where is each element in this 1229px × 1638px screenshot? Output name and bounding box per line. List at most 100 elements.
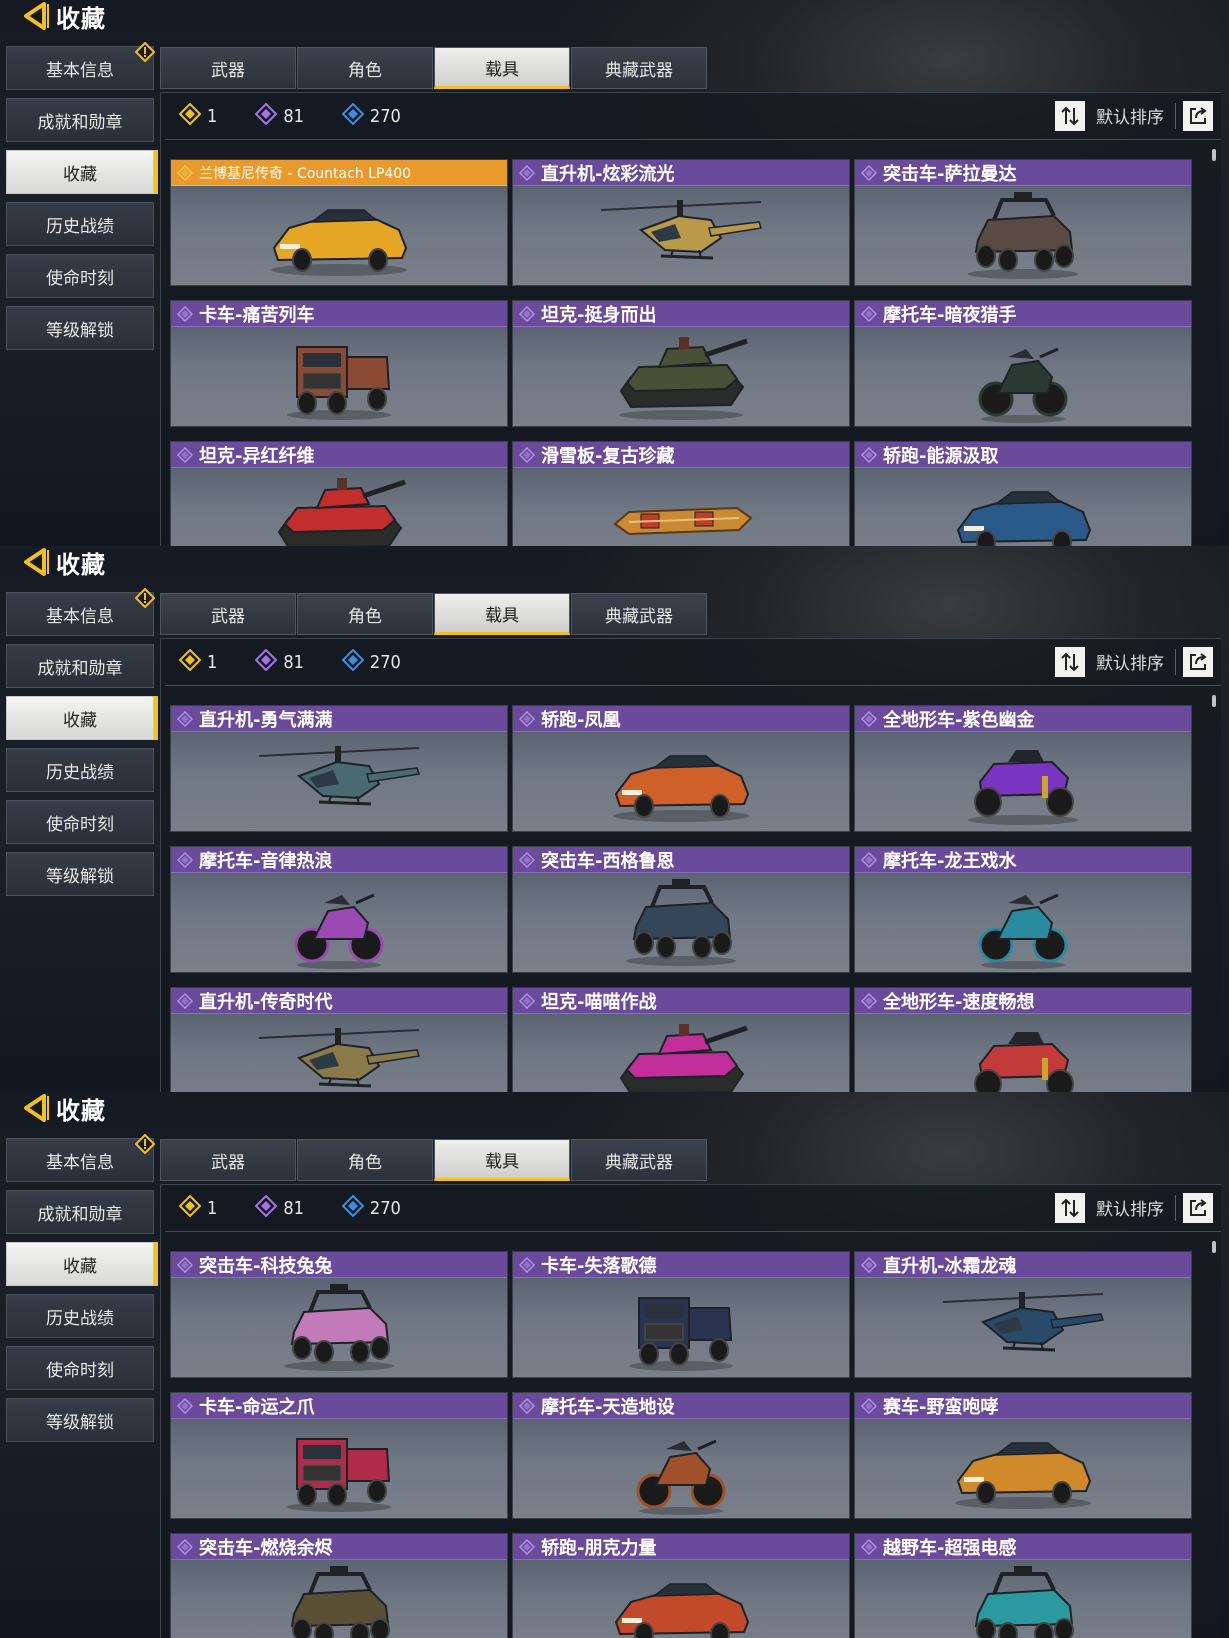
- tab[interactable]: 典藏武器: [571, 593, 707, 635]
- vehicle-card[interactable]: 突击车-燃烧余烬: [170, 1533, 508, 1638]
- vehicle-card[interactable]: 滑雪板-复古珍藏: [512, 441, 850, 546]
- scrollbar[interactable]: [1212, 1241, 1216, 1253]
- sort-toggle-button[interactable]: [1055, 1193, 1085, 1223]
- sidebar-item[interactable]: 历史战绩: [6, 1294, 154, 1338]
- rarity-diamond-icon: [177, 305, 193, 322]
- title-bar: 收藏: [22, 1092, 106, 1125]
- sidebar-item[interactable]: 基本信息: [6, 588, 155, 636]
- vehicle-card[interactable]: 轿跑-凤凰: [512, 705, 850, 832]
- buggy-icon: [513, 873, 849, 972]
- vehicle-card[interactable]: 卡车-失落歌德: [512, 1251, 850, 1378]
- vehicle-card[interactable]: 全地形车-紫色幽金: [854, 705, 1192, 832]
- vehicle-card[interactable]: 轿跑-能源汲取: [854, 441, 1192, 546]
- vehicle-card[interactable]: 突击车-萨拉曼达: [854, 159, 1192, 286]
- helicopter-icon: [171, 732, 507, 831]
- currency: 270: [341, 648, 401, 676]
- vehicle-card[interactable]: 直升机-炫彩流光: [512, 159, 850, 286]
- share-button[interactable]: [1183, 1193, 1213, 1223]
- tab[interactable]: 载具: [434, 1139, 570, 1181]
- divider: [1175, 103, 1176, 129]
- vehicle-name: 轿跑-朋克力量: [541, 1537, 657, 1559]
- vehicle-card[interactable]: 越野车-超强电感: [854, 1533, 1192, 1638]
- vehicle-card[interactable]: 摩托车-天造地设: [512, 1392, 850, 1519]
- vehicle-card[interactable]: 坦克-喵喵作战: [512, 987, 850, 1092]
- sidebar-item[interactable]: 等级解锁: [6, 852, 154, 896]
- sidebar-item[interactable]: 成就和勋章: [6, 98, 154, 142]
- vehicle-card[interactable]: 全地形车-速度畅想: [854, 987, 1192, 1092]
- scrollbar[interactable]: [1212, 149, 1216, 161]
- sort-label[interactable]: 默认排序: [1096, 103, 1164, 128]
- vehicle-card[interactable]: 摩托车-暗夜猎手: [854, 300, 1192, 427]
- vehicle-card[interactable]: 直升机-勇气满满: [170, 705, 508, 832]
- vehicle-name: 摩托车-天造地设: [541, 1396, 675, 1418]
- tank-icon: [513, 1014, 849, 1092]
- motorcycle-icon: [513, 1419, 849, 1518]
- tab[interactable]: 角色: [297, 1139, 433, 1181]
- rarity-diamond-icon: [519, 1538, 535, 1555]
- card-header: 坦克-喵喵作战: [513, 988, 849, 1014]
- vehicle-card[interactable]: 轿跑-朋克力量: [512, 1533, 850, 1638]
- vehicle-card[interactable]: 坦克-异红纤维: [170, 441, 508, 546]
- tab[interactable]: 载具: [434, 47, 570, 89]
- vehicle-card[interactable]: 摩托车-音律热浪: [170, 846, 508, 973]
- back-arrow-icon[interactable]: [22, 1093, 52, 1123]
- vehicle-name: 兰博基尼传奇 - Countach LP400: [199, 165, 412, 182]
- back-arrow-icon[interactable]: [22, 1, 52, 31]
- vehicle-card[interactable]: 直升机-传奇时代: [170, 987, 508, 1092]
- scrollbar[interactable]: [1212, 695, 1216, 707]
- sidebar-item[interactable]: 等级解锁: [6, 1398, 154, 1442]
- card-header: 兰博基尼传奇 - Countach LP400: [171, 160, 507, 186]
- share-button[interactable]: [1183, 647, 1213, 677]
- card-header: 卡车-痛苦列车: [171, 301, 507, 327]
- race-car-icon: [855, 1419, 1191, 1518]
- sort-toggle-button[interactable]: [1055, 647, 1085, 677]
- sidebar-item[interactable]: 收藏: [6, 696, 154, 740]
- vehicle-card[interactable]: 摩托车-龙王戏水: [854, 846, 1192, 973]
- sidebar-item[interactable]: 基本信息: [6, 1134, 155, 1182]
- sidebar-item-label: 成就和勋章: [37, 1204, 123, 1225]
- purple-diamond-icon: [254, 1194, 283, 1222]
- sort-toggle-button[interactable]: [1055, 101, 1085, 131]
- vehicle-card[interactable]: 卡车-命运之爪: [170, 1392, 508, 1519]
- card-header: 突击车-燃烧余烬: [171, 1534, 507, 1560]
- sidebar-item[interactable]: 收藏: [6, 1242, 154, 1286]
- tab[interactable]: 载具: [434, 593, 570, 635]
- sidebar-item[interactable]: 成就和勋章: [6, 644, 154, 688]
- tab[interactable]: 典藏武器: [571, 1139, 707, 1181]
- share-button[interactable]: [1183, 101, 1213, 131]
- collection-panel: 1 81 270 默认排序: [160, 1184, 1221, 1638]
- vehicle-card[interactable]: 卡车-痛苦列车: [170, 300, 508, 427]
- vehicle-card[interactable]: 直升机-冰霜龙魂: [854, 1251, 1192, 1378]
- purple-diamond-icon: [254, 648, 283, 676]
- tab[interactable]: 典藏武器: [571, 47, 707, 89]
- buggy-icon: [171, 1278, 507, 1377]
- card-header: 直升机-冰霜龙魂: [855, 1252, 1191, 1278]
- sort-label[interactable]: 默认排序: [1096, 649, 1164, 674]
- vehicle-card[interactable]: 坦克-挺身而出: [512, 300, 850, 427]
- sidebar-item[interactable]: 使命时刻: [6, 254, 154, 298]
- sidebar-item[interactable]: 历史战绩: [6, 202, 154, 246]
- sidebar-item[interactable]: 成就和勋章: [6, 1190, 154, 1234]
- sidebar-item-label: 基本信息: [46, 606, 114, 627]
- sort-label[interactable]: 默认排序: [1096, 1195, 1164, 1220]
- tab[interactable]: 武器: [160, 47, 296, 89]
- tab[interactable]: 角色: [297, 593, 433, 635]
- currency-value: 270: [369, 106, 401, 127]
- sidebar-item[interactable]: 基本信息: [6, 42, 155, 90]
- sidebar-item[interactable]: 使命时刻: [6, 1346, 154, 1390]
- back-arrow-icon[interactable]: [22, 547, 52, 577]
- vehicle-card[interactable]: 赛车-野蛮咆哮: [854, 1392, 1192, 1519]
- sidebar-item[interactable]: 使命时刻: [6, 800, 154, 844]
- sidebar-item[interactable]: 历史战绩: [6, 748, 154, 792]
- tab[interactable]: 角色: [297, 47, 433, 89]
- vehicle-card[interactable]: 兰博基尼传奇 - Countach LP400: [170, 159, 508, 286]
- tab[interactable]: 武器: [160, 593, 296, 635]
- sidebar-item-label: 成就和勋章: [37, 658, 123, 679]
- sidebar-item[interactable]: 等级解锁: [6, 306, 154, 350]
- tab[interactable]: 武器: [160, 1139, 296, 1181]
- sidebar-item[interactable]: 收藏: [6, 150, 154, 194]
- rarity-diamond-icon: [519, 305, 535, 322]
- vehicle-card[interactable]: 突击车-西格鲁恩: [512, 846, 850, 973]
- vehicle-card[interactable]: 突击车-科技兔兔: [170, 1251, 508, 1378]
- rarity-diamond-icon: [861, 446, 877, 463]
